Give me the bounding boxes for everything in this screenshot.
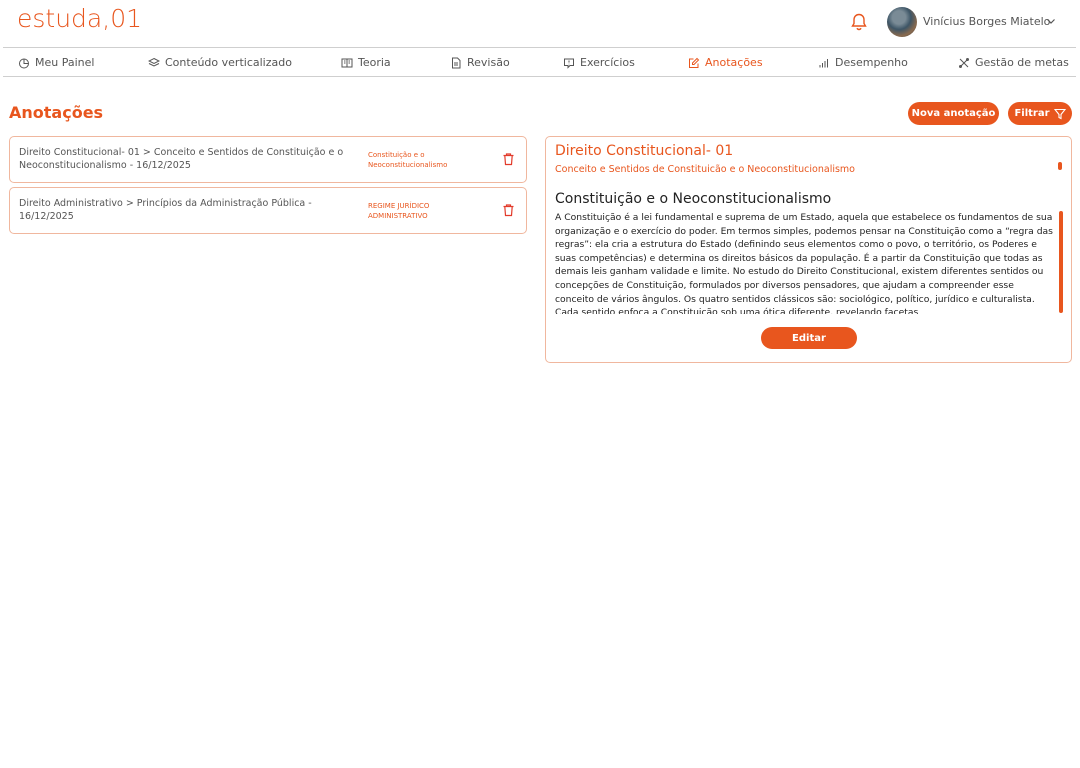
app-logo[interactable]: estuda,01 (17, 4, 142, 33)
nav-label: Meu Painel (35, 56, 95, 69)
note-path: Direito Constitucional- 01 > Conceito e … (19, 147, 344, 171)
detail-subtitle: Conceito e Sentidos de Constituição e o … (555, 164, 855, 172)
nav-item-revisao[interactable]: Revisão (450, 48, 510, 77)
nav-item-meu-painel[interactable]: Meu Painel (18, 48, 94, 77)
top-header: estuda,01 Vinícius Borges Miatelo (0, 0, 1080, 46)
document-icon (452, 57, 461, 68)
page-title: Anotações (9, 103, 104, 122)
layers-icon (148, 57, 160, 67)
new-note-button[interactable]: Nova anotação (908, 102, 999, 125)
nav-label: Exercícios (580, 56, 635, 69)
nav-label: Teoria (358, 56, 391, 69)
bar-chart-icon (819, 58, 828, 67)
bell-icon[interactable] (849, 12, 869, 32)
content-heading: Constituição e o Neoconstitucionalismo (555, 191, 832, 207)
detail-subtitle-container: Conceito e Sentidos de Constituição e o … (555, 163, 1055, 172)
note-detail-panel: Direito Constitucional- 01 Conceito e Se… (545, 136, 1072, 363)
nav-item-anotacoes[interactable]: Anotações (688, 48, 763, 77)
nav-item-gestao-de-metas[interactable]: Gestão de metas (958, 48, 1069, 77)
note-tag: REGIME JURÍDICO ADMINISTRATIVO (368, 202, 430, 220)
nav-item-desempenho[interactable]: Desempenho (818, 48, 908, 77)
nav-item-teoria[interactable]: Teoria (341, 48, 391, 77)
chevron-down-icon[interactable] (1046, 16, 1056, 26)
filter-button[interactable]: Filtrar (1008, 102, 1072, 125)
nav-item-exercicios[interactable]: Exercícios (563, 48, 635, 77)
note-list-item[interactable]: Direito Administrativo > Princípios da A… (9, 187, 527, 234)
book-icon (341, 58, 353, 67)
trash-icon[interactable] (502, 203, 515, 217)
note-tag: Constituição e o Neoconstitucionalismo (368, 151, 448, 169)
chat-question-icon (564, 58, 574, 69)
nav-label: Revisão (467, 56, 510, 69)
filter-icon (1053, 108, 1066, 119)
trash-icon[interactable] (502, 152, 515, 166)
edit-icon (689, 57, 700, 68)
nav-label: Anotações (705, 56, 763, 69)
filter-button-label: Filtrar (1014, 108, 1050, 119)
content-scrollbar[interactable] (1059, 211, 1063, 313)
chart-pie-icon (19, 58, 29, 68)
tools-icon (959, 57, 969, 68)
main-nav: Meu Painel Conteúdo verticalizado Teoria… (3, 47, 1076, 77)
note-path: Direito Administrativo > Princípios da A… (19, 198, 312, 222)
content-scroll-area[interactable]: A Constituição é a lei fundamental e sup… (555, 211, 1055, 314)
edit-button[interactable]: Editar (761, 327, 857, 349)
subtitle-scrollbar[interactable] (1058, 162, 1062, 170)
nav-item-conteudo-verticalizado[interactable]: Conteúdo verticalizado (148, 48, 292, 77)
avatar[interactable] (887, 7, 917, 37)
content-body: A Constituição é a lei fundamental e sup… (555, 212, 1053, 314)
note-list-item[interactable]: Direito Constitucional- 01 > Conceito e … (9, 136, 527, 183)
nav-label: Desempenho (835, 56, 908, 69)
nav-label: Conteúdo verticalizado (165, 56, 292, 69)
user-name[interactable]: Vinícius Borges Miatelo (923, 15, 1050, 28)
nav-label: Gestão de metas (975, 56, 1069, 69)
detail-title: Direito Constitucional- 01 (555, 143, 734, 159)
